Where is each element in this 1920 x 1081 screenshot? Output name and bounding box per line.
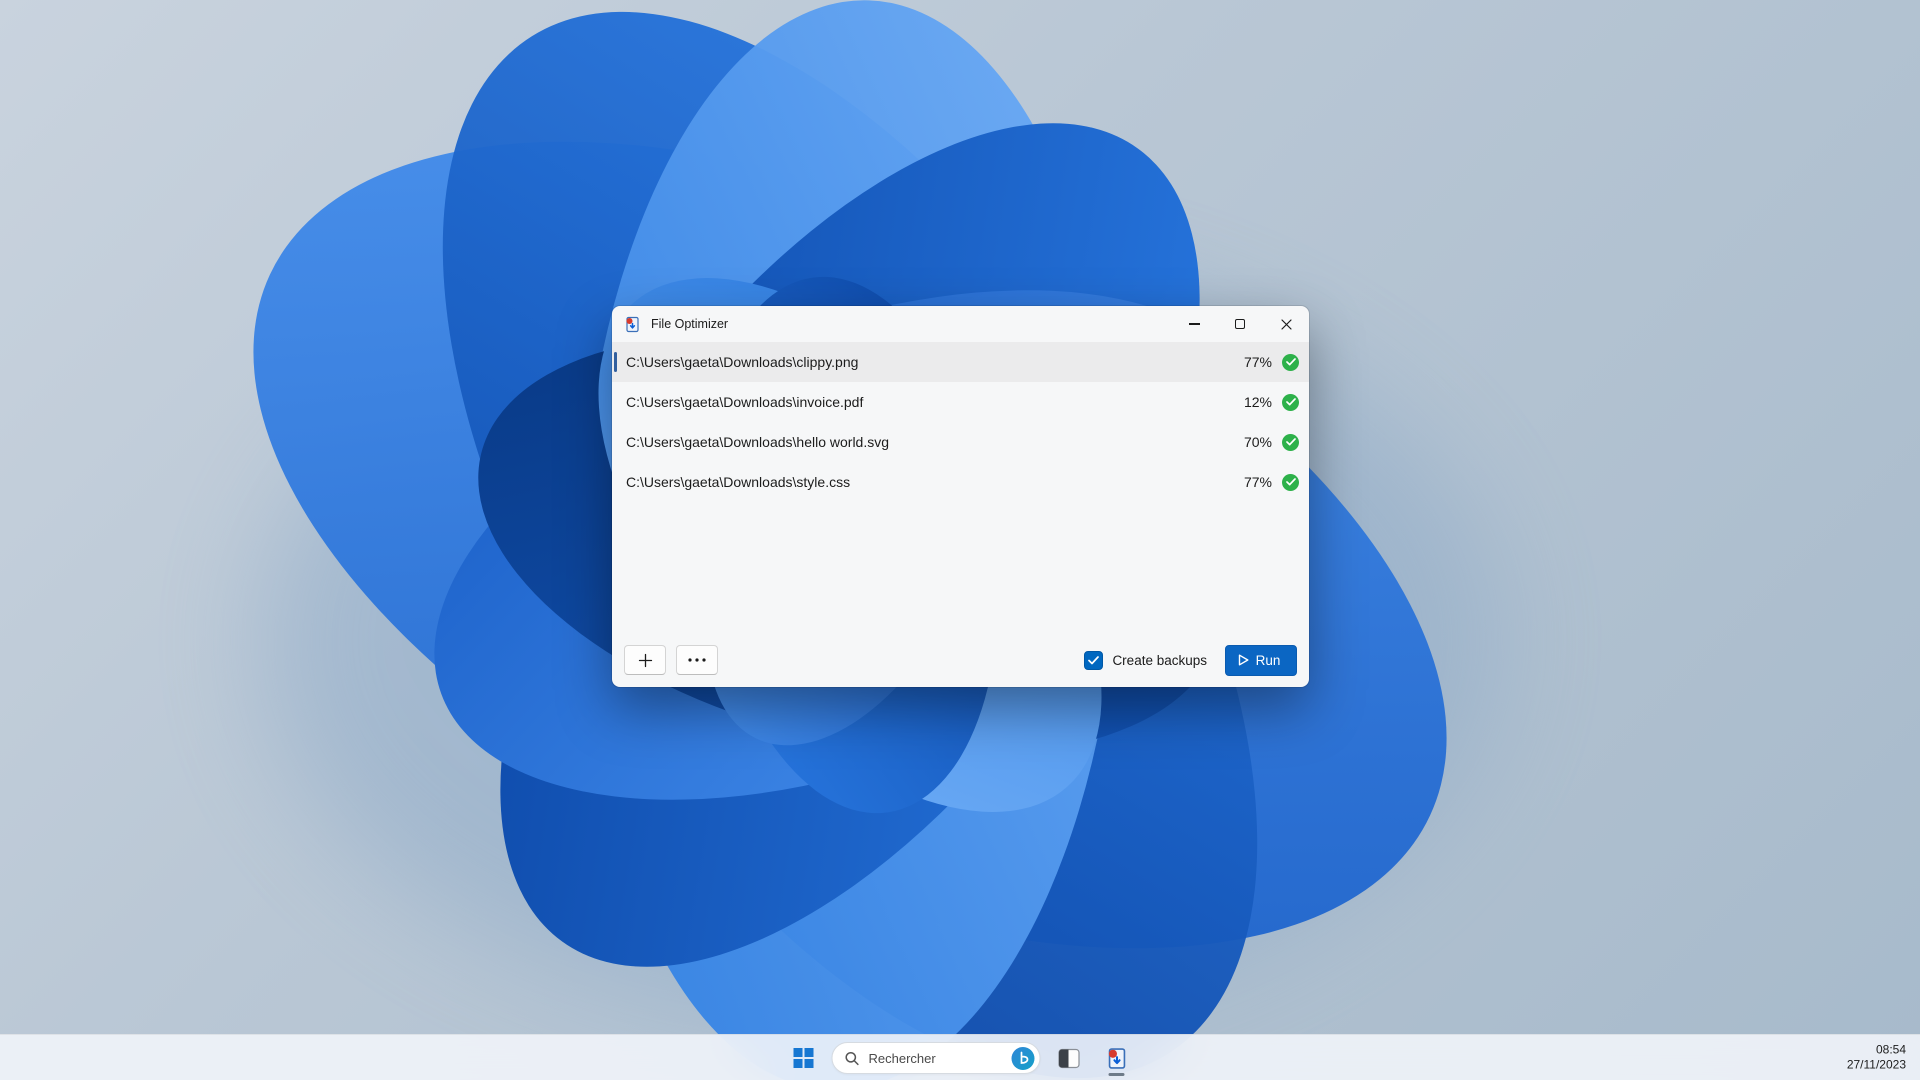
- create-backups-option[interactable]: Create backups: [1084, 651, 1207, 670]
- create-backups-checkbox[interactable]: [1084, 651, 1103, 670]
- minimize-icon: [1189, 323, 1200, 324]
- taskbar-file-optimizer-button[interactable]: [1097, 1038, 1137, 1078]
- success-check-icon: [1282, 354, 1299, 371]
- file-optimizer-window: File Optimizer C:\Users\gaeta\Downloads\…: [612, 306, 1309, 687]
- search-icon: [845, 1051, 860, 1066]
- file-list: C:\Users\gaeta\Downloads\clippy.png 77% …: [612, 342, 1309, 633]
- maximize-button[interactable]: [1217, 306, 1263, 342]
- maximize-icon: [1235, 319, 1245, 329]
- more-options-button[interactable]: [676, 645, 718, 675]
- optimization-percent: 77%: [1244, 354, 1272, 370]
- taskbar-clock[interactable]: 08:54 27/11/2023: [1847, 1042, 1906, 1073]
- window-title: File Optimizer: [651, 317, 728, 331]
- run-button[interactable]: Run: [1225, 645, 1297, 676]
- file-path: C:\Users\gaeta\Downloads\invoice.pdf: [626, 394, 1244, 410]
- taskbar-center-group: Rechercher: [784, 1035, 1137, 1081]
- more-options-icon: [688, 658, 706, 662]
- create-backups-label: Create backups: [1112, 653, 1207, 668]
- bing-icon[interactable]: [1012, 1047, 1035, 1070]
- window-footer: Create backups Run: [612, 633, 1309, 687]
- optimization-percent: 77%: [1244, 474, 1272, 490]
- taskbar-app-button[interactable]: [1049, 1038, 1089, 1078]
- optimization-percent: 12%: [1244, 394, 1272, 410]
- file-path: C:\Users\gaeta\Downloads\clippy.png: [626, 354, 1244, 370]
- window-titlebar[interactable]: File Optimizer: [612, 306, 1309, 342]
- file-optimizer-icon: [624, 316, 641, 333]
- close-icon: [1281, 319, 1292, 330]
- search-placeholder: Rechercher: [869, 1051, 1003, 1066]
- start-icon: [794, 1048, 814, 1068]
- caption-buttons: [1171, 306, 1309, 342]
- start-button[interactable]: [784, 1038, 824, 1078]
- running-app-indicator: [1109, 1073, 1125, 1076]
- optimization-percent: 70%: [1244, 434, 1272, 450]
- close-button[interactable]: [1263, 306, 1309, 342]
- run-label: Run: [1256, 653, 1281, 668]
- file-row[interactable]: C:\Users\gaeta\Downloads\style.css 77%: [612, 462, 1309, 502]
- selection-accent-bar: [614, 352, 617, 372]
- play-icon: [1238, 654, 1249, 666]
- clock-time: 08:54: [1847, 1042, 1906, 1058]
- file-row[interactable]: C:\Users\gaeta\Downloads\clippy.png 77%: [612, 342, 1309, 382]
- checkmark-icon: [1088, 656, 1099, 665]
- add-file-button[interactable]: [624, 645, 666, 675]
- minimize-button[interactable]: [1171, 306, 1217, 342]
- taskbar-search[interactable]: Rechercher: [832, 1042, 1041, 1074]
- clock-date: 27/11/2023: [1847, 1058, 1906, 1074]
- file-row[interactable]: C:\Users\gaeta\Downloads\hello world.svg…: [612, 422, 1309, 462]
- add-file-icon: [638, 653, 653, 668]
- file-row[interactable]: C:\Users\gaeta\Downloads\invoice.pdf 12%: [612, 382, 1309, 422]
- success-check-icon: [1282, 394, 1299, 411]
- success-check-icon: [1282, 474, 1299, 491]
- file-optimizer-icon: [1105, 1047, 1128, 1070]
- taskbar: Rechercher 08:54 27/11/2023: [0, 1034, 1920, 1080]
- file-path: C:\Users\gaeta\Downloads\hello world.svg: [626, 434, 1244, 450]
- success-check-icon: [1282, 434, 1299, 451]
- file-path: C:\Users\gaeta\Downloads\style.css: [626, 474, 1244, 490]
- app-window-icon: [1057, 1047, 1080, 1070]
